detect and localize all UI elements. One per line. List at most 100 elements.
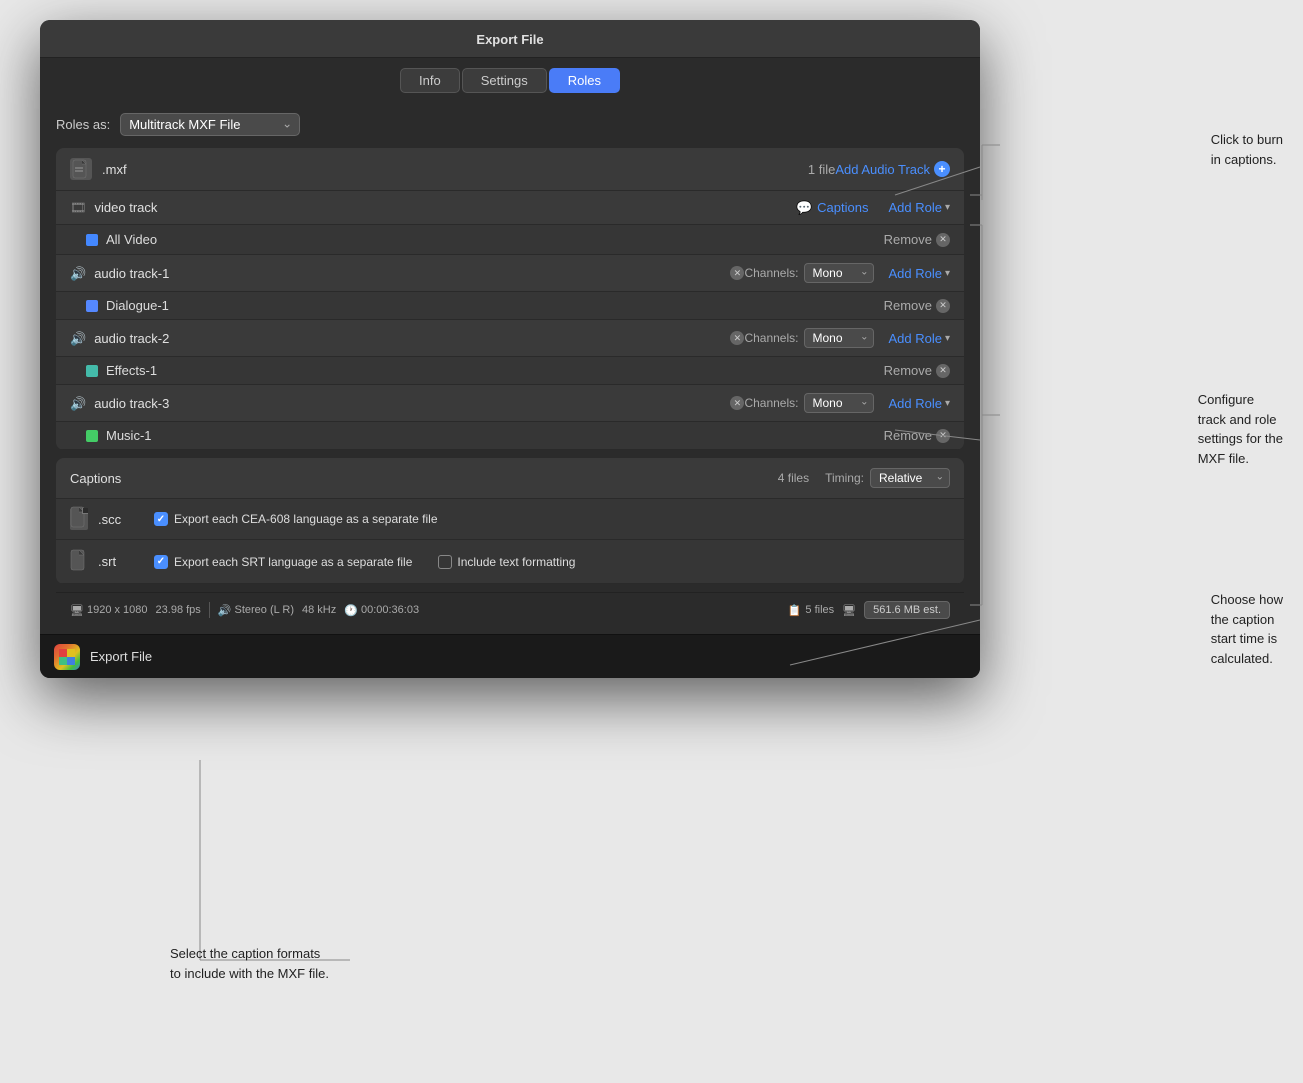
captions-section-title: Captions [70, 471, 778, 486]
app-bar: Export File [40, 634, 980, 678]
audio-3-chevron-down-icon: ▾ [945, 398, 950, 409]
audio-3-name: audio track-3 [94, 396, 726, 411]
tabs: Info Settings Roles [40, 58, 980, 101]
text-format-checkbox[interactable] [438, 555, 452, 569]
annotation-caption-formats: Select the caption formats to include wi… [170, 944, 329, 983]
scc-checkbox-label: Export each CEA-608 language as a separa… [174, 512, 438, 526]
srt-checkbox[interactable] [154, 555, 168, 569]
audio-1-name: audio track-1 [94, 266, 726, 281]
audio-1-add-role-button[interactable]: Add Role ▾ [888, 266, 950, 281]
status-divider-1 [209, 602, 210, 618]
music-1-remove-button[interactable]: Remove ✕ [884, 428, 950, 443]
fps-text: 23.98 fps [156, 604, 201, 616]
text-format-label: Include text formatting [457, 555, 575, 569]
audio-text: Stereo (L R) [235, 604, 295, 616]
audio-1-channels-select-wrapper: Mono Stereo [804, 263, 874, 283]
tab-roles[interactable]: Roles [549, 68, 620, 93]
audio-2-close-icon[interactable]: ✕ [730, 331, 744, 345]
roles-as-row: Roles as: Multitrack MXF File Single Fil… [56, 113, 964, 136]
scc-checkbox-row: Export each CEA-608 language as a separa… [154, 512, 950, 526]
dialog: Export File Info Settings Roles Roles as… [40, 20, 980, 678]
effects-1-remove-button[interactable]: Remove ✕ [884, 363, 950, 378]
timing-label: Timing: [825, 471, 864, 485]
files-badge: 📋 5 files [788, 604, 834, 617]
files-icon: 📋 [788, 604, 802, 617]
all-video-color-swatch [86, 234, 98, 246]
audio-1-chevron-down-icon: ▾ [945, 268, 950, 279]
srt-checkbox-label: Export each SRT language as a separate f… [174, 555, 412, 569]
audio-2-add-role-button[interactable]: Add Role ▾ [888, 331, 950, 346]
timing-select-wrapper: Relative Absolute [870, 468, 950, 488]
page-wrapper: Export File Info Settings Roles Roles as… [0, 0, 1303, 1083]
audio-track-1-row: audio track-1 ✕ Channels: Mono Stereo Ad… [56, 255, 964, 292]
captions-icon: 💬 [796, 200, 812, 216]
dialogue-1-row: Dialogue-1 Remove ✕ [56, 292, 964, 320]
video-track-name: video track [95, 200, 796, 215]
effects-1-remove-x-icon: ✕ [936, 364, 950, 378]
status-bar: 🖥 1920 x 1080 23.98 fps 🔊 Stereo (L R) 4… [56, 592, 964, 627]
all-video-name: All Video [106, 232, 884, 247]
srt-file-icon [70, 549, 88, 574]
roles-as-select-wrapper: Multitrack MXF File Single File Multiple… [120, 113, 300, 136]
resolution-item: 🖥 1920 x 1080 [70, 604, 148, 617]
files-count-text: 5 files [805, 604, 834, 616]
audio-2-name: audio track-2 [94, 331, 726, 346]
audio-2-channels-label: Channels: [744, 331, 798, 345]
audio-3-channels-select[interactable]: Mono Stereo [804, 393, 874, 413]
audio-2-speaker-icon [70, 330, 86, 347]
mxf-file-name: .mxf [102, 162, 788, 177]
music-1-name: Music-1 [106, 428, 884, 443]
scc-checkbox[interactable] [154, 512, 168, 526]
mxf-row: .mxf 1 file Add Audio Track + [56, 148, 964, 191]
app-bar-title: Export File [90, 649, 152, 664]
tab-settings[interactable]: Settings [462, 68, 547, 93]
all-video-remove-button[interactable]: Remove ✕ [884, 232, 950, 247]
music-1-remove-x-icon: ✕ [936, 429, 950, 443]
dialogue-1-color-swatch [86, 300, 98, 312]
size-text: 561.6 MB est. [873, 604, 941, 616]
chevron-down-icon: ▾ [945, 202, 950, 213]
video-add-role-button[interactable]: Add Role ▾ [888, 200, 950, 215]
clock-icon: 🕐 [344, 604, 358, 617]
audio-1-channels-select[interactable]: Mono Stereo [804, 263, 874, 283]
audio-1-close-icon[interactable]: ✕ [730, 266, 744, 280]
audio-item: 🔊 Stereo (L R) [218, 604, 294, 617]
annotation-configure-track: Configure track and role settings for th… [1198, 390, 1283, 468]
monitor-icon: 🖥 [70, 604, 84, 617]
remove-x-icon: ✕ [936, 233, 950, 247]
add-audio-track-button[interactable]: Add Audio Track + [835, 161, 950, 177]
scc-ext: .scc [98, 512, 138, 527]
audio-3-close-icon[interactable]: ✕ [730, 396, 744, 410]
sample-rate-text: 48 kHz [302, 604, 336, 616]
audio-1-channels-label: Channels: [744, 266, 798, 280]
audio-3-channels-select-wrapper: Mono Stereo [804, 393, 874, 413]
size-badge: 561.6 MB est. [864, 601, 950, 619]
audio-2-channels-select[interactable]: Mono Stereo [804, 328, 874, 348]
main-content: Roles as: Multitrack MXF File Single Fil… [40, 101, 980, 627]
speaker-status-icon: 🔊 [218, 604, 232, 617]
mxf-file-icon [70, 158, 92, 180]
audio-3-add-role-button[interactable]: Add Role ▾ [888, 396, 950, 411]
mxf-file-count: 1 file [808, 162, 835, 177]
dialogue-1-remove-x-icon: ✕ [936, 299, 950, 313]
title-bar: Export File [40, 20, 980, 58]
video-track-row: video track 💬 Captions Add Role ▾ [56, 191, 964, 225]
duration-item: 🕐 00:00:36:03 [344, 604, 419, 617]
dialog-title: Export File [476, 32, 543, 47]
roles-as-select[interactable]: Multitrack MXF File Single File Multiple… [120, 113, 300, 136]
video-track-icon [70, 199, 87, 216]
timing-select[interactable]: Relative Absolute [870, 468, 950, 488]
all-video-row: All Video Remove ✕ [56, 225, 964, 255]
annotation-caption-timing: Choose how the caption start time is cal… [1211, 590, 1283, 668]
captions-section: Captions 4 files Timing: Relative Absolu… [56, 458, 964, 584]
audio-2-chevron-down-icon: ▾ [945, 333, 950, 344]
duration-text: 00:00:36:03 [361, 604, 419, 616]
annotation-burn-captions: Click to burn in captions. [1211, 130, 1283, 169]
captions-button[interactable]: 💬 Captions [796, 200, 869, 216]
text-format-group: Include text formatting [438, 555, 575, 569]
audio-3-speaker-icon [70, 395, 86, 412]
tab-info[interactable]: Info [400, 68, 460, 93]
dialogue-1-remove-button[interactable]: Remove ✕ [884, 298, 950, 313]
scc-caption-row: .scc Export each CEA-608 language as a s… [56, 499, 964, 540]
add-audio-track-circle-icon: + [934, 161, 950, 177]
